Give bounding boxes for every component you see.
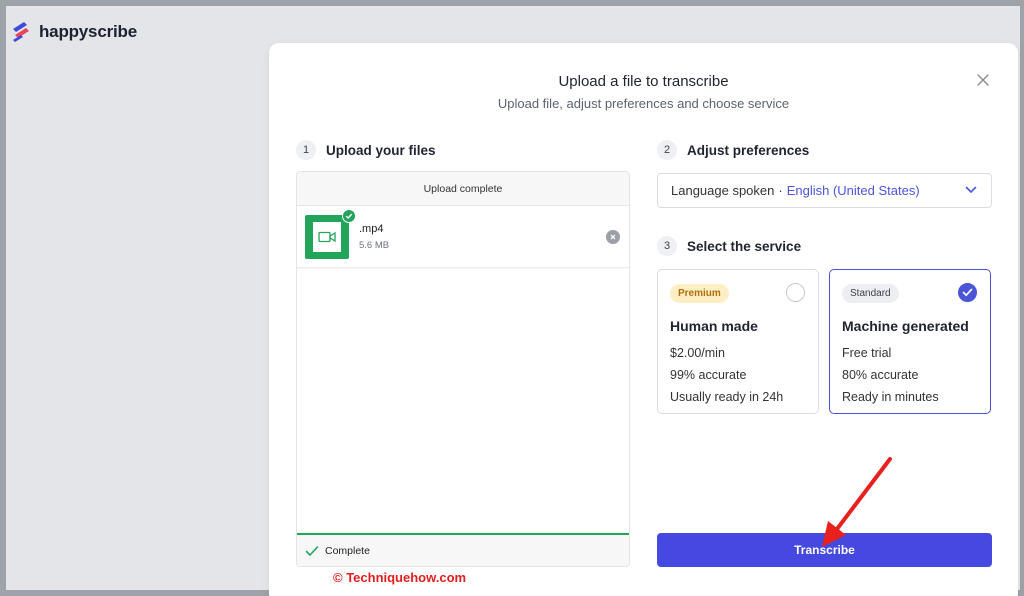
- service-price: $2.00/min: [670, 346, 725, 360]
- upload-panel: Upload complete .mp4 5.6 MB Complete: [296, 171, 630, 567]
- service-radio-machine[interactable]: [958, 283, 977, 302]
- file-row: .mp4 5.6 MB: [297, 206, 629, 268]
- service-turnaround: Ready in minutes: [842, 390, 939, 404]
- close-icon[interactable]: [974, 71, 992, 89]
- logo-text: happyscribe: [39, 22, 137, 41]
- service-accuracy: 99% accurate: [670, 368, 747, 382]
- check-icon: [962, 288, 973, 297]
- step-number: 3: [657, 236, 677, 256]
- step-number: 1: [296, 140, 316, 160]
- service-radio-human[interactable]: [786, 283, 805, 302]
- modal-subtitle: Upload file, adjust preferences and choo…: [497, 96, 790, 111]
- language-separator: ·: [778, 183, 783, 198]
- service-price: Free trial: [842, 346, 892, 360]
- service-card-human[interactable]: Premium Human made $2.00/min 99% accurat…: [657, 269, 819, 414]
- step-upload-header: 1 Upload your files: [296, 140, 436, 160]
- step-number: 2: [657, 140, 677, 160]
- upload-dropzone[interactable]: [297, 269, 629, 532]
- check-icon: [305, 545, 319, 556]
- watermark: © Techniquehow.com: [333, 570, 467, 585]
- step-label: Select the service: [687, 238, 802, 254]
- video-icon: [318, 231, 336, 242]
- upload-status-header: Upload complete: [297, 172, 629, 206]
- step-label: Adjust preferences: [687, 142, 810, 158]
- service-accuracy: 80% accurate: [842, 368, 919, 382]
- service-turnaround: Usually ready in 24h: [670, 390, 784, 404]
- upload-modal: Upload a file to transcribe Upload file,…: [269, 43, 1018, 596]
- remove-file-icon[interactable]: [606, 230, 620, 244]
- premium-badge: Premium: [670, 284, 729, 303]
- upload-progress-footer: Complete: [297, 533, 629, 566]
- service-title: Machine generated: [842, 318, 969, 334]
- language-select[interactable]: Language spoken · English (United States…: [657, 173, 992, 208]
- file-size: 5.6 MB: [359, 239, 390, 251]
- step-label: Upload your files: [326, 142, 436, 158]
- file-thumbnail: [305, 208, 356, 259]
- chevron-down-icon: [965, 186, 977, 194]
- red-arrow-annotation: [822, 457, 892, 547]
- happyscribe-logo[interactable]: happyscribe: [9, 20, 137, 44]
- upload-done-check-icon: [342, 208, 356, 223]
- modal-title: Upload a file to transcribe: [558, 73, 729, 90]
- language-value: English (United States): [786, 183, 920, 198]
- service-title: Human made: [670, 318, 758, 334]
- language-label: Language spoken: [671, 183, 775, 198]
- logo-icon: [13, 22, 29, 42]
- step-preferences-header: 2 Adjust preferences: [657, 140, 809, 160]
- upload-footer-status: Complete: [325, 544, 370, 557]
- standard-badge: Standard: [842, 284, 899, 303]
- file-name: .mp4: [359, 222, 384, 235]
- step-service-header: 3 Select the service: [657, 236, 801, 256]
- service-card-machine[interactable]: Standard Machine generated Free trial 80…: [829, 269, 991, 414]
